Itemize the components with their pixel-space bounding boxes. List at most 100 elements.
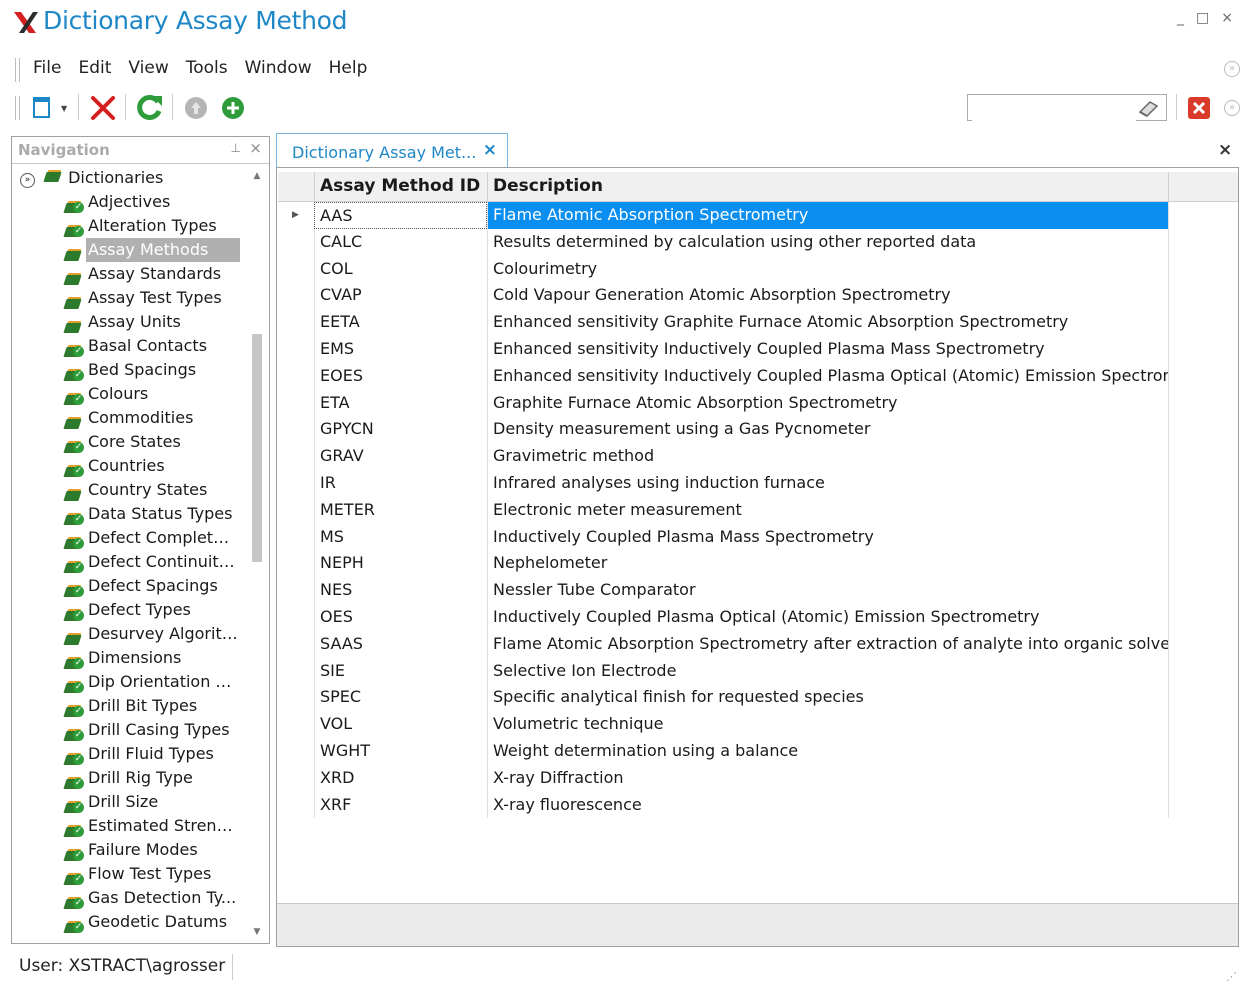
close-navigation-icon[interactable]: × [249, 139, 262, 157]
menu-grip[interactable] [15, 58, 20, 82]
tree-item[interactable]: ✓ Defect Continuity ... [12, 550, 248, 574]
table-row[interactable]: IR Infrared analyses using induction furn… [277, 469, 1169, 497]
table-row[interactable]: EETA Enhanced sensitivity Graphite Furnac… [277, 309, 1169, 336]
tree-item[interactable]: Assay Units [12, 310, 248, 334]
menu-tools[interactable]: Tools [184, 58, 237, 78]
tree-item[interactable]: ✓ Drill Rig Type [12, 766, 248, 790]
cell-description[interactable]: Infrared analyses using induction furnac… [487, 469, 1169, 497]
row-indicator-icon[interactable]: ▶ [277, 202, 314, 228]
cell-assay-method-id[interactable]: METER [314, 496, 487, 524]
tree-item[interactable]: ✓ Basal Contacts [12, 334, 248, 358]
cell-description[interactable]: Density measurement using a Gas Pycnomet… [487, 416, 1169, 444]
tree-item[interactable]: ✓ Flow Test Types [12, 862, 248, 886]
table-row[interactable]: WGHT Weight determination using a balance [277, 737, 1169, 765]
column-header-id[interactable]: Assay Method ID [314, 172, 487, 202]
table-row[interactable]: XRF X-ray fluorescence [277, 791, 1169, 819]
table-row[interactable]: METER Electronic meter measurement [277, 496, 1169, 524]
cell-assay-method-id[interactable]: CVAP [314, 282, 487, 310]
tree-item[interactable]: ✓ Geodetic Datums [12, 910, 248, 934]
table-row[interactable]: NEPH Nephelometer [277, 550, 1169, 578]
tree-item[interactable]: ✓ Drill Size [12, 790, 248, 814]
menu-help[interactable]: Help [327, 58, 377, 78]
close-document-icon[interactable]: × [1218, 140, 1232, 160]
table-row[interactable]: GRAV Gravimetric method [277, 443, 1169, 470]
scroll-thumb[interactable] [252, 334, 262, 562]
menu-options-icon[interactable]: » [1224, 61, 1240, 77]
cell-description[interactable]: X-ray fluorescence [487, 791, 1169, 819]
table-row[interactable]: VOL Volumetric technique [277, 711, 1169, 738]
table-row[interactable]: GPYCN Density measurement using a Gas Pyc… [277, 416, 1169, 444]
cell-assay-method-id[interactable]: MS [314, 523, 487, 551]
cell-assay-method-id[interactable]: VOL [314, 711, 487, 738]
cell-assay-method-id[interactable]: IR [314, 469, 487, 497]
cell-assay-method-id[interactable]: XRD [314, 764, 487, 792]
tree-item[interactable]: ✓ Countries [12, 454, 248, 478]
cell-assay-method-id[interactable]: XRF [314, 791, 487, 819]
cell-description[interactable]: Cold Vapour Generation Atomic Absorption… [487, 282, 1169, 310]
tree-item[interactable]: ✓ Adjectives [12, 190, 248, 214]
cell-assay-method-id[interactable]: OES [314, 603, 487, 631]
close-window-button[interactable]: × [1221, 10, 1233, 26]
scroll-up-icon[interactable]: ▲ [249, 168, 265, 184]
eraser-icon[interactable] [1136, 98, 1160, 118]
collapse-icon[interactable]: » [20, 173, 35, 188]
dropdown-arrow-icon[interactable]: ▼ [61, 104, 67, 113]
tree-item[interactable]: Country States [12, 478, 248, 502]
table-row[interactable]: EOES Enhanced sensitivity Inductively Cou… [277, 362, 1169, 390]
cell-assay-method-id[interactable]: EMS [314, 335, 487, 363]
toolbar-options-icon[interactable]: » [1224, 100, 1240, 116]
cell-description[interactable]: Nessler Tube Comparator [487, 577, 1169, 604]
menu-file[interactable]: File [31, 58, 70, 78]
navigation-scrollbar[interactable]: ▲ ▼ [249, 168, 265, 940]
tree-item[interactable]: ✓ Defect Complete... [12, 526, 248, 550]
cell-assay-method-id[interactable]: SPEC [314, 684, 487, 712]
tree-item[interactable]: Desurvey Algorith... [12, 622, 248, 646]
tree-item[interactable]: ✓ Estimated Strength [12, 814, 248, 838]
cell-description[interactable]: Results determined by calculation using … [487, 228, 1169, 256]
cell-description[interactable]: X-ray Diffraction [487, 764, 1169, 792]
cell-assay-method-id[interactable]: CALC [314, 228, 487, 256]
cell-description[interactable]: Selective Ion Electrode [487, 657, 1169, 685]
tree-item[interactable]: Assay Test Types [12, 286, 248, 310]
refresh-icon[interactable] [134, 93, 164, 123]
cell-assay-method-id[interactable]: NES [314, 577, 487, 604]
column-header-description[interactable]: Description [487, 172, 1169, 202]
tree-item[interactable]: ✓ Dimensions [12, 646, 248, 670]
cell-description[interactable]: Enhanced sensitivity Inductively Coupled… [487, 335, 1169, 363]
tree-item[interactable]: ✓ Drill Casing Types [12, 718, 248, 742]
tree-root-dictionaries[interactable]: » Dictionaries [12, 166, 248, 190]
cell-assay-method-id[interactable]: WGHT [314, 737, 487, 765]
cell-assay-method-id[interactable]: GPYCN [314, 416, 487, 444]
tree-item[interactable]: ✓ Bed Spacings [12, 358, 248, 382]
table-row[interactable]: COL Colourimetry [277, 255, 1169, 283]
cell-assay-method-id[interactable]: EOES [314, 362, 487, 390]
resize-grip-icon[interactable]: ⋰ [1226, 970, 1237, 983]
cell-assay-method-id[interactable]: ETA [314, 389, 487, 417]
tree-item[interactable]: ✓ Drill Bit Types [12, 694, 248, 718]
tree-item[interactable]: ✓ Dip Orientation M... [12, 670, 248, 694]
cell-assay-method-id[interactable]: SAAS [314, 630, 487, 658]
cell-description[interactable]: Flame Atomic Absorption Spectrometry aft… [487, 630, 1169, 658]
close-tab-icon[interactable]: × [483, 140, 497, 160]
tree-item[interactable]: Assay Standards [12, 262, 248, 286]
cell-description[interactable]: Weight determination using a balance [487, 737, 1169, 765]
cell-description[interactable]: Colourimetry [487, 255, 1169, 283]
cell-description[interactable]: Inductively Coupled Plasma Optical (Atom… [487, 603, 1169, 631]
up-icon[interactable] [183, 95, 209, 121]
cell-description[interactable]: Enhanced sensitivity Inductively Coupled… [487, 362, 1169, 390]
tree-item[interactable]: ✓ Failure Modes [12, 838, 248, 862]
table-row[interactable]: CALC Results determined by calculation us… [277, 228, 1169, 256]
toolbar-grip[interactable] [15, 96, 20, 120]
cell-assay-method-id[interactable]: EETA [314, 309, 487, 336]
table-row[interactable]: ▶ AAS Flame Atomic Absorption Spectrometry [277, 202, 1169, 229]
menu-window[interactable]: Window [243, 58, 321, 78]
cell-description[interactable]: Volumetric technique [487, 711, 1169, 738]
tree-item[interactable]: ✓ Defect Spacings [12, 574, 248, 598]
table-row[interactable]: XRD X-ray Diffraction [277, 764, 1169, 792]
tree-item[interactable]: ✓ Core States [12, 430, 248, 454]
tree-item[interactable]: ✓ Drill Fluid Types [12, 742, 248, 766]
tab-dictionary-assay-method[interactable]: Dictionary Assay Met... × [276, 133, 508, 167]
cell-description[interactable]: Specific analytical finish for requested… [487, 684, 1169, 712]
cell-description[interactable]: Gravimetric method [487, 443, 1169, 470]
minimize-button[interactable]: _ [1177, 10, 1184, 26]
